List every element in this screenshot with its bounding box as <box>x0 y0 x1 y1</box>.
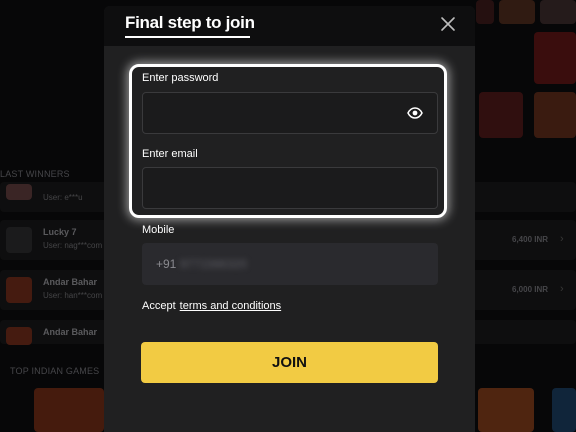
country-code: +91 <box>156 257 177 271</box>
signup-modal: Final step to join Enter password Enter … <box>104 6 475 432</box>
mobile-number-value: 9771566320 <box>180 257 247 271</box>
password-input[interactable] <box>142 92 438 134</box>
modal-header: Final step to join <box>104 6 475 46</box>
mobile-label: Mobile <box>142 224 175 236</box>
email-input[interactable] <box>142 167 438 209</box>
password-label: Enter password <box>142 72 219 84</box>
title-underline <box>125 36 250 38</box>
terms-link[interactable]: terms and conditions <box>180 300 282 312</box>
eye-icon <box>407 107 423 119</box>
join-button[interactable]: JOIN <box>141 342 438 383</box>
close-button[interactable] <box>440 16 456 32</box>
close-icon <box>441 17 455 31</box>
terms-consent: Accept terms and conditions <box>142 300 281 312</box>
modal-title: Final step to join <box>125 13 255 32</box>
show-password-button[interactable] <box>407 106 423 119</box>
accept-text: Accept <box>142 300 176 312</box>
email-label: Enter email <box>142 148 198 160</box>
mobile-input[interactable]: +91 9771566320 <box>142 243 438 285</box>
